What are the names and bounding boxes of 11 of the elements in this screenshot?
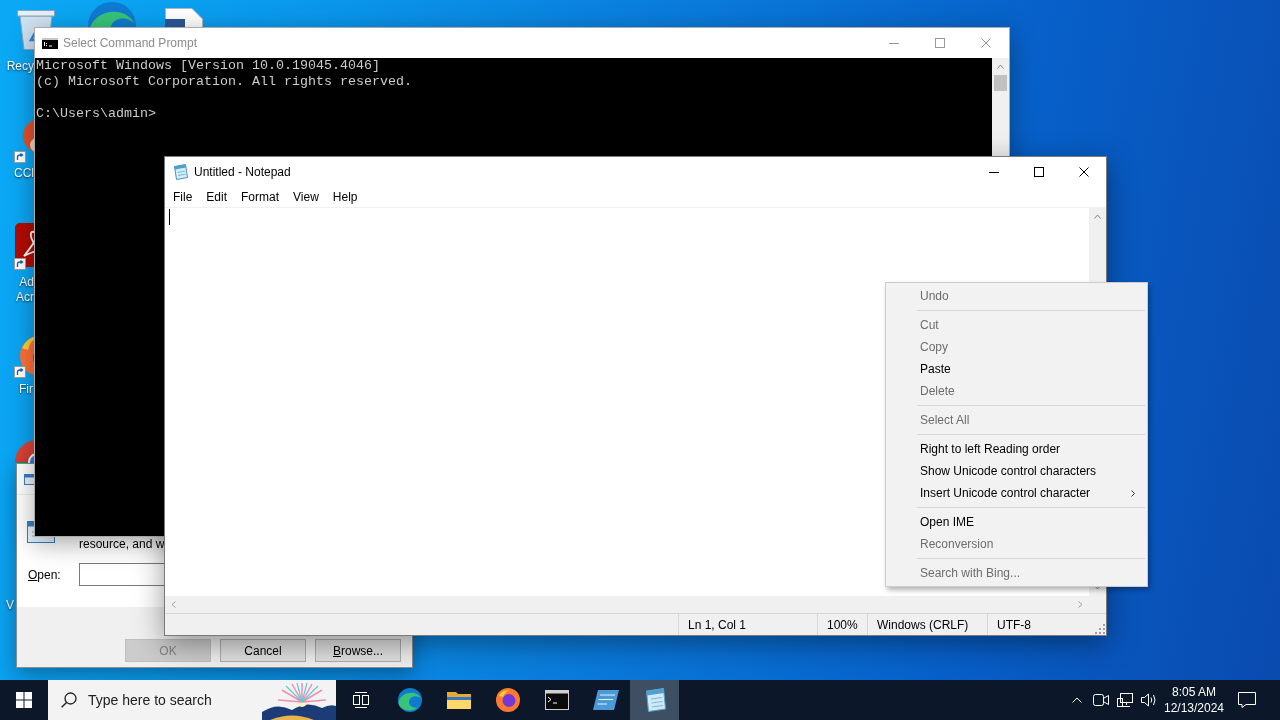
window-title: Select Command Prompt: [63, 35, 198, 52]
console-line: Microsoft Windows [Version 10.0.19045.4046]: [36, 58, 381, 74]
console-prompt: C:\Users\admin>: [36, 106, 157, 122]
window-title: Untitled - Notepad: [194, 164, 291, 181]
open-label: Open:: [28, 566, 62, 584]
status-text: Ln 1, Col 1: [688, 616, 747, 634]
status-text: 100%: [827, 616, 858, 634]
status-text: UTF-8: [997, 616, 1031, 634]
console-line: (c) Microsoft Corporation. All rights reserved.: [36, 74, 413, 90]
status-text: Windows (CRLF): [877, 616, 969, 634]
description-text: resource, and w: [79, 537, 165, 551]
